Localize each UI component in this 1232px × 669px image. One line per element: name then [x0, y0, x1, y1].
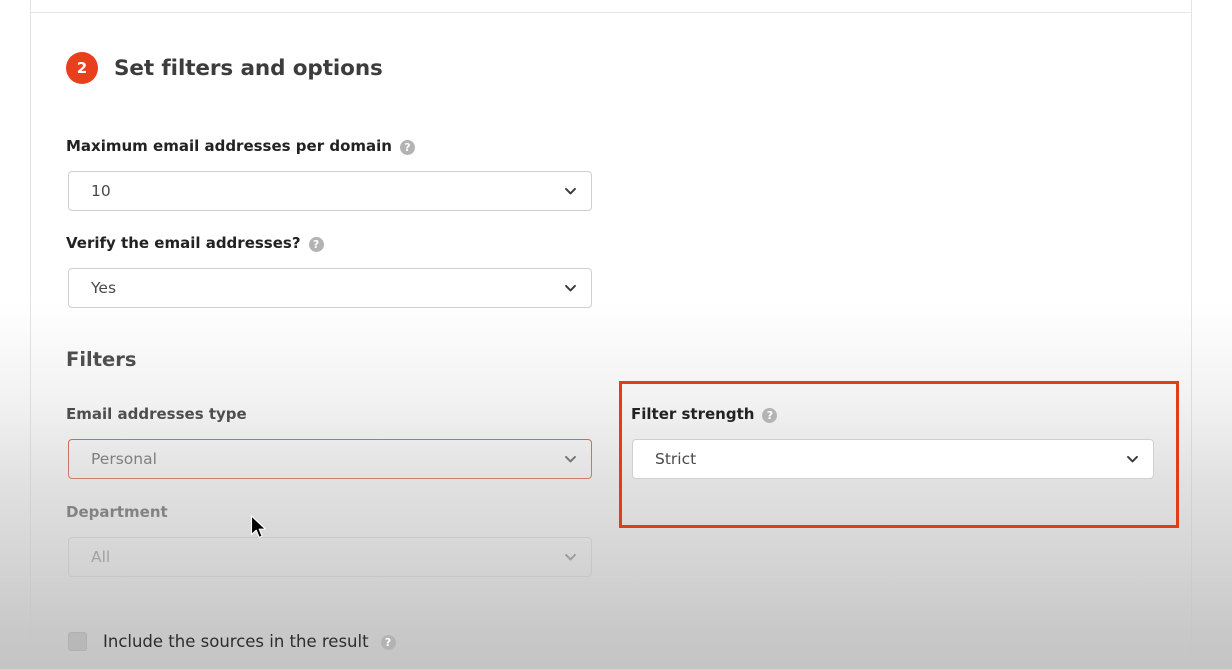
- verify-emails-value: Yes: [91, 279, 117, 297]
- page-root: 2 Set filters and options Maximum email …: [0, 0, 1232, 669]
- include-sources-label-text: Include the sources in the result: [103, 632, 369, 651]
- filters-heading: Filters: [66, 348, 137, 371]
- max-emails-label-text: Maximum email addresses per domain: [66, 137, 392, 155]
- verify-emails-label: Verify the email addresses? ?: [66, 234, 324, 252]
- filter-strength-value: Strict: [655, 450, 697, 468]
- question-mark-icon[interactable]: ?: [762, 407, 778, 423]
- question-mark-icon[interactable]: ?: [399, 139, 415, 155]
- filter-strength-label: Filter strength ?: [631, 405, 778, 423]
- filter-strength-label-text: Filter strength: [631, 405, 755, 423]
- chevron-down-icon: [564, 282, 577, 295]
- chevron-down-icon: [1126, 453, 1139, 466]
- question-mark-icon[interactable]: ?: [308, 236, 324, 252]
- department-label: Department: [66, 503, 168, 521]
- max-emails-value: 10: [91, 182, 111, 200]
- verify-emails-label-text: Verify the email addresses?: [66, 234, 301, 252]
- email-type-label-text: Email addresses type: [66, 405, 247, 423]
- filter-strength-select[interactable]: Strict: [632, 439, 1154, 479]
- email-type-label: Email addresses type: [66, 405, 247, 423]
- chevron-down-icon: [564, 453, 577, 466]
- step-header: 2 Set filters and options: [66, 52, 383, 84]
- chevron-down-icon: [564, 551, 577, 564]
- include-sources-row[interactable]: Include the sources in the result ?: [68, 632, 396, 651]
- question-mark-icon[interactable]: ?: [380, 635, 396, 650]
- chevron-down-icon: [564, 185, 577, 198]
- max-emails-label: Maximum email addresses per domain ?: [66, 137, 415, 155]
- department-value: All: [91, 548, 111, 566]
- department-select[interactable]: All: [68, 537, 592, 577]
- verify-emails-select[interactable]: Yes: [68, 268, 592, 308]
- email-type-select[interactable]: Personal: [68, 439, 592, 479]
- step-number-badge: 2: [66, 52, 98, 84]
- max-emails-select[interactable]: 10: [68, 171, 592, 211]
- department-label-text: Department: [66, 503, 168, 521]
- include-sources-checkbox[interactable]: [68, 632, 87, 651]
- include-sources-label: Include the sources in the result ?: [103, 632, 396, 651]
- email-type-value: Personal: [91, 450, 157, 468]
- step-title: Set filters and options: [114, 55, 383, 81]
- card-top-divider: [31, 12, 1192, 13]
